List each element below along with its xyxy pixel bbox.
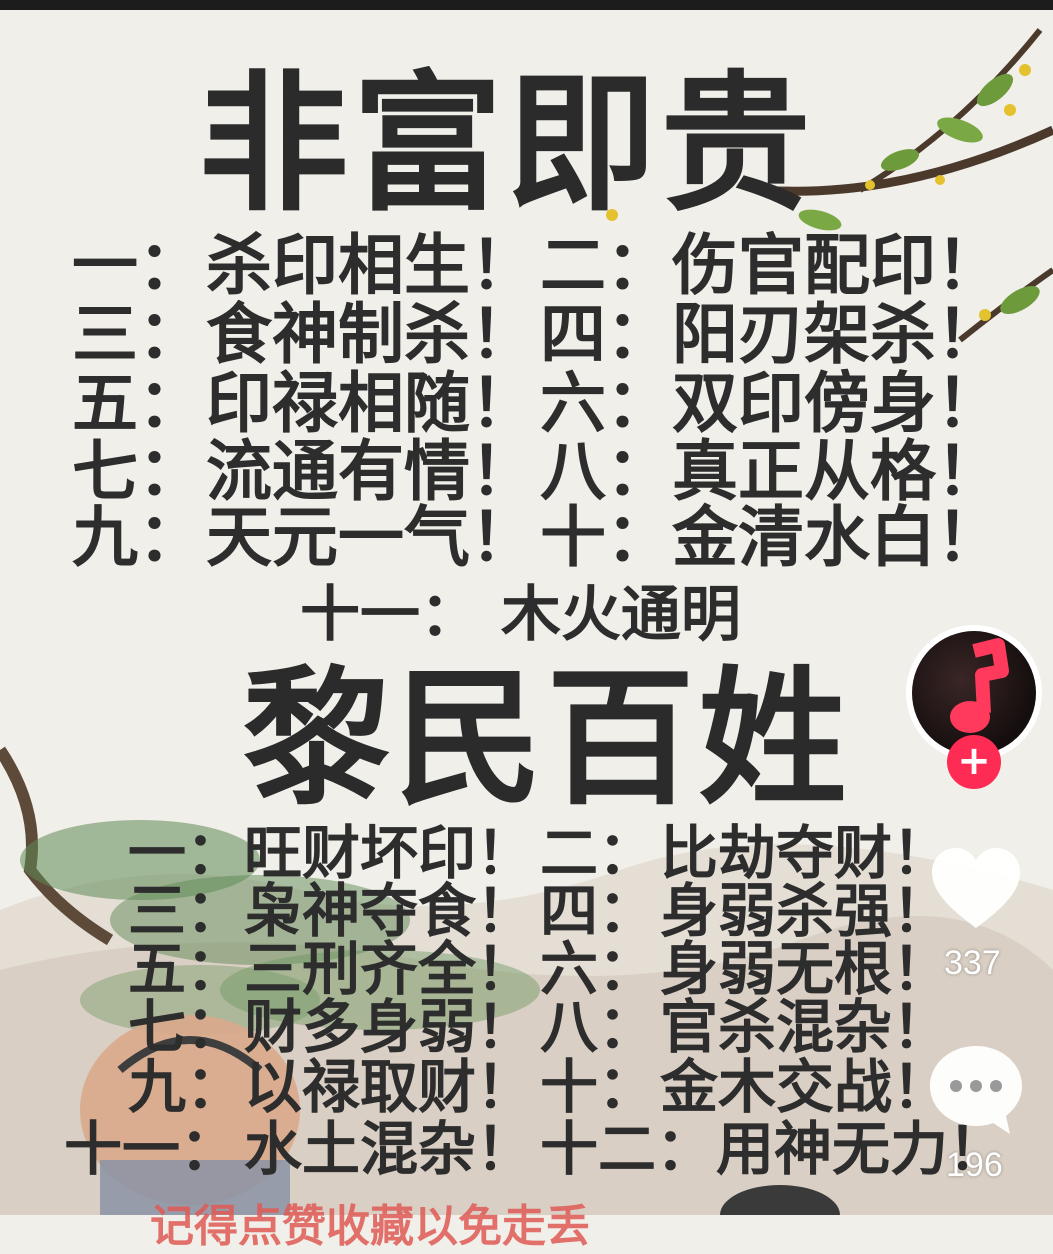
status-bar xyxy=(0,0,1053,10)
item-text: 杀印相生！ xyxy=(206,227,536,304)
item-number: 十二： xyxy=(540,1115,715,1183)
comment-button[interactable] xyxy=(926,1040,1026,1140)
item-text: 金木交战！ xyxy=(660,1053,951,1121)
item-text: 印禄相随！ xyxy=(206,365,536,442)
item-number: 五： xyxy=(72,365,204,442)
item-text: 水土混杂！ xyxy=(244,1115,535,1183)
item-number: 三： xyxy=(128,877,245,945)
item-number: 六： xyxy=(540,365,672,442)
item-number: 一： xyxy=(72,227,204,304)
item-number: 九： xyxy=(128,1053,245,1121)
follow-button[interactable]: + xyxy=(947,735,1001,789)
item-text: 身弱无根！ xyxy=(660,935,951,1003)
item-text: 阳刃架杀！ xyxy=(672,296,1002,373)
item-number: 七： xyxy=(72,433,204,510)
list-row-last: 十一： 木火通明 xyxy=(300,580,741,650)
item-text: 以禄取财！ xyxy=(244,1053,535,1121)
item-number: 四： xyxy=(540,877,657,945)
item-number: 五： xyxy=(128,935,245,1003)
like-button[interactable] xyxy=(926,842,1026,942)
item-text: 食神制杀！ xyxy=(206,296,536,373)
item-text: 真正从格！ xyxy=(672,433,1002,510)
item-text: 财多身弱！ xyxy=(244,993,535,1061)
item-number: 二： xyxy=(540,819,657,887)
item-number: 二： xyxy=(540,227,672,304)
bottom-caption: 记得点赞收藏以免走丢 xyxy=(150,1201,590,1252)
comment-count: 196 xyxy=(946,1146,1003,1184)
item-text: 枭神夺食！ xyxy=(244,877,535,945)
item-number: 七： xyxy=(128,993,245,1061)
item-text: 身弱杀强！ xyxy=(660,877,951,945)
item-text: 比劫夺财！ xyxy=(660,819,951,887)
item-number: 八： xyxy=(540,433,672,510)
item-text: 双印傍身！ xyxy=(672,365,1002,442)
heart-icon xyxy=(932,848,1020,928)
item-text: 官杀混杂！ xyxy=(660,993,951,1061)
item-number: 九： xyxy=(72,499,204,576)
like-count: 337 xyxy=(944,944,1001,982)
item-text: 伤官配印！ xyxy=(672,227,1002,304)
item-text: 三刑齐全！ xyxy=(244,935,535,1003)
comment-icon xyxy=(930,1046,1022,1134)
item-text: 流通有情！ xyxy=(206,433,536,510)
rich-title: 非富即贵 xyxy=(198,58,815,232)
plus-icon: + xyxy=(957,738,991,784)
item-number: 十一： xyxy=(64,1115,239,1183)
item-text: 旺财坏印！ xyxy=(244,819,535,887)
item-text: 天元一气！ xyxy=(206,499,536,576)
item-number: 八： xyxy=(540,993,657,1061)
item-number: 六： xyxy=(540,935,657,1003)
item-text: 金清水白！ xyxy=(672,499,1002,576)
item-number: 十： xyxy=(540,1053,657,1121)
item-number: 十： xyxy=(540,499,672,576)
item-number: 四： xyxy=(540,296,672,373)
item-number: 三： xyxy=(72,296,204,373)
poor-title: 黎民百姓 xyxy=(242,653,851,825)
item-number: 一： xyxy=(128,819,245,887)
